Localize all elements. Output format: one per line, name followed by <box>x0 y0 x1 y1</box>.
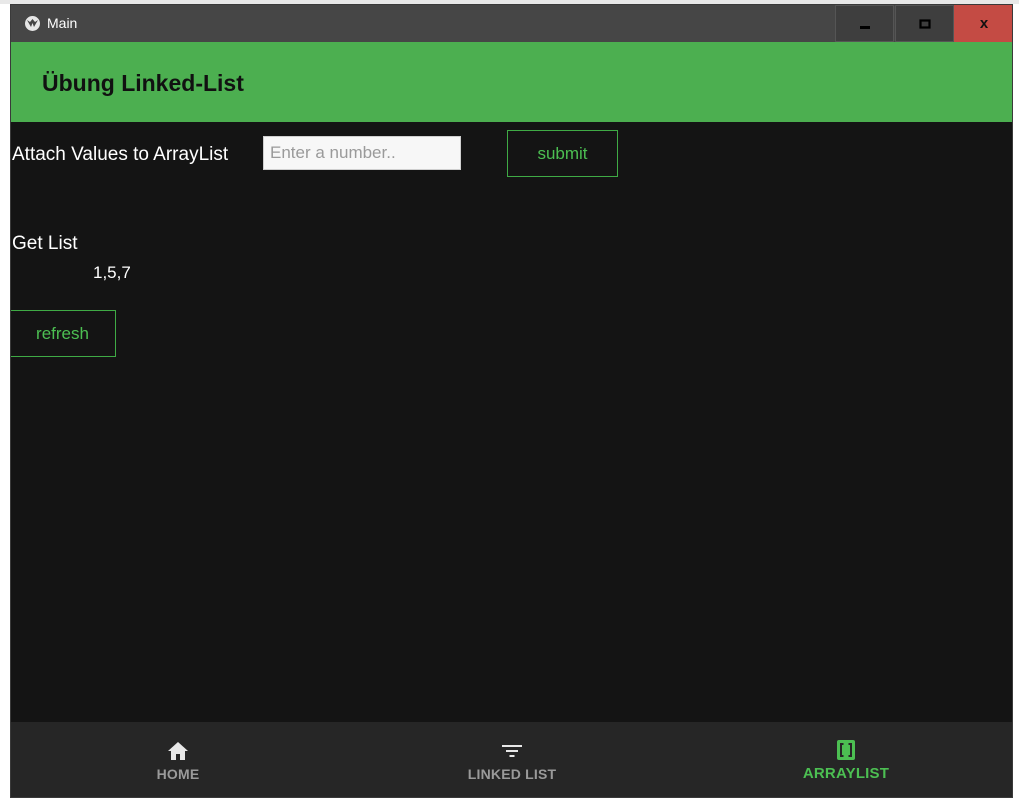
brackets-icon <box>837 740 855 760</box>
nav-item-arraylist[interactable]: ARRAYLIST <box>679 722 1012 797</box>
title-bar[interactable]: Main x <box>11 5 1012 42</box>
app-window: Main x Übung Linked-List Attach Values t… <box>10 4 1013 798</box>
page-title: Übung Linked-List <box>42 70 244 96</box>
close-icon: x <box>979 15 989 32</box>
nav-item-home[interactable]: HOME <box>11 722 345 797</box>
submit-button[interactable]: submit <box>507 130 618 177</box>
maximize-button[interactable] <box>895 5 954 42</box>
get-list-label: Get List <box>12 233 78 254</box>
filter-icon <box>502 744 522 757</box>
app-bar: Übung Linked-List <box>11 42 1012 122</box>
window-title: Main <box>47 15 78 31</box>
attach-values-label: Attach Values to ArrayList <box>12 144 229 165</box>
home-icon <box>168 741 188 760</box>
refresh-button[interactable]: refresh <box>11 310 116 357</box>
list-values-text: 1,5,7 <box>93 263 131 282</box>
close-button[interactable]: x <box>954 5 1012 42</box>
app-logo-icon <box>25 16 40 31</box>
bottom-navigation: HOME LINKED LIST ARRAYLIST <box>11 722 1012 797</box>
main-content: Attach Values to ArrayList submit Get Li… <box>11 122 1012 722</box>
minimize-button[interactable] <box>835 5 894 42</box>
nav-item-label: ARRAYLIST <box>802 765 890 782</box>
maximize-icon <box>918 18 931 29</box>
minimize-icon <box>859 25 870 29</box>
number-input[interactable] <box>263 136 461 170</box>
nav-item-label: HOME <box>156 765 200 782</box>
nav-item-linked-list[interactable]: LINKED LIST <box>345 722 679 797</box>
nav-item-label: LINKED LIST <box>467 765 557 782</box>
